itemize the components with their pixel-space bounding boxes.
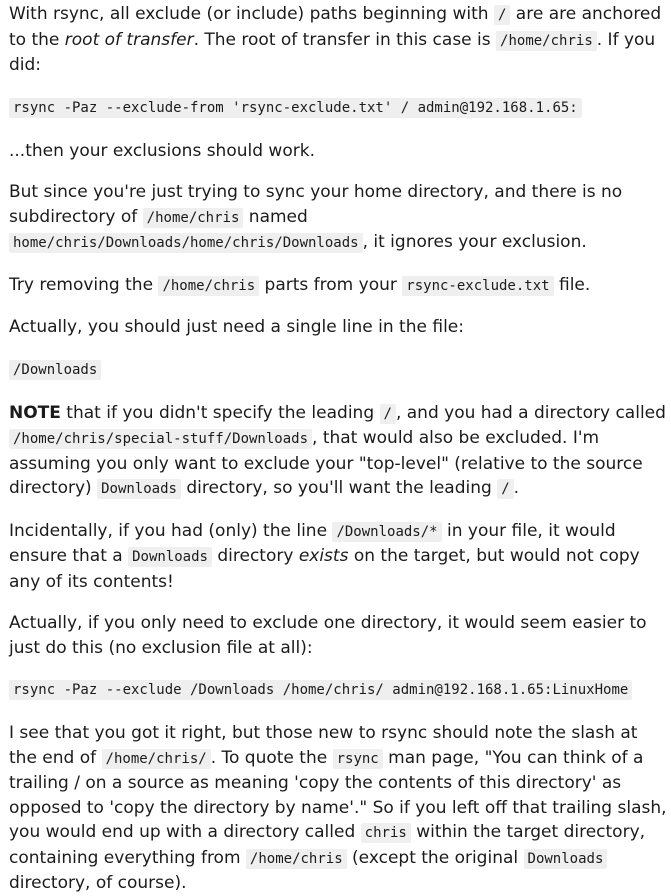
emphasis: root of transfer <box>64 29 194 50</box>
text: But since you're just trying to sync you… <box>9 182 623 227</box>
text: Actually, you should just need a single … <box>9 317 464 337</box>
inline-code: / <box>497 479 514 499</box>
text: , and you had a directory called <box>395 402 666 423</box>
paragraph-anchored-paths: With rsync, all exclude (or include) pat… <box>9 2 667 78</box>
paragraph-then-work: ...then your exclusions should work. <box>9 139 667 164</box>
text: that if you didn't specify the leading <box>60 402 380 423</box>
inline-code: /home/chris/special-stuff/Downloads <box>9 429 313 449</box>
text: named <box>243 206 308 227</box>
text: parts from your <box>259 274 403 295</box>
inline-code: chris <box>360 823 411 843</box>
code-block-rsync-exclude-from: rsync -Paz --exclude-from 'rsync-exclude… <box>9 95 667 122</box>
strong: NOTE <box>9 402 61 423</box>
text: Incidentally, if you had (only) the line <box>9 520 333 541</box>
code: rsync -Paz --exclude-from 'rsync-exclude… <box>9 97 582 118</box>
text: Actually, if you only need to exclude on… <box>9 613 647 658</box>
inline-code: /Downloads/* <box>332 521 442 542</box>
inline-code: /home/chris <box>245 848 347 869</box>
text: directory <box>211 546 299 566</box>
inline-code: Downloads <box>128 547 212 567</box>
paragraph-single-line: Actually, you should just need a single … <box>9 315 667 340</box>
text: ...then your exclusions should work. <box>9 140 315 161</box>
inline-code: rsync <box>332 748 383 769</box>
text: file. <box>553 274 591 295</box>
code-block-downloads: /Downloads <box>9 357 667 384</box>
paragraph-incidentally: Incidentally, if you had (only) the line… <box>9 519 667 595</box>
inline-code: / <box>379 403 396 424</box>
text: directory, so you'll want the leading <box>180 478 498 498</box>
inline-code: /home/chris/ <box>101 748 211 769</box>
text: . The root of transfer in this case is <box>193 29 497 50</box>
answer-body: With rsync, all exclude (or include) pat… <box>0 0 671 896</box>
paragraph-exclude-one-directory: Actually, if you only need to exclude on… <box>9 611 667 660</box>
inline-code: Downloads <box>97 479 181 499</box>
code: rsync -Paz --exclude /Downloads /home/ch… <box>9 680 633 700</box>
text: directory, of course). <box>9 873 187 893</box>
text: . To quote the <box>210 747 333 768</box>
paragraph-try-removing: Try removing the /home/chris parts from … <box>9 273 667 299</box>
inline-code: /home/chris <box>158 275 260 296</box>
paragraph-home-directory: But since you're just trying to sync you… <box>9 180 667 256</box>
text: , it ignores your exclusion. <box>362 232 587 252</box>
inline-code: rsync-exclude.txt <box>402 275 554 296</box>
paragraph-trailing-slash: I see that you got it right, but those n… <box>9 721 667 896</box>
inline-code: Downloads <box>523 848 608 869</box>
text: . <box>513 478 520 498</box>
inline-code: home/chris/Downloads/home/chris/Download… <box>9 233 363 253</box>
text: Try removing the <box>9 274 159 295</box>
text: With rsync, all exclude (or include) pat… <box>9 4 494 24</box>
paragraph-note-leading-slash: NOTE that if you didn't specify the lead… <box>9 401 667 502</box>
inline-code: /home/chris <box>142 207 244 228</box>
inline-code: / <box>493 5 511 25</box>
emphasis: exists <box>298 546 349 566</box>
inline-code: /home/chris <box>496 30 597 51</box>
code-block-rsync-exclude: rsync -Paz --exclude /Downloads /home/ch… <box>9 677 667 704</box>
code: /Downloads <box>9 359 102 380</box>
text: (except the original <box>346 847 524 868</box>
